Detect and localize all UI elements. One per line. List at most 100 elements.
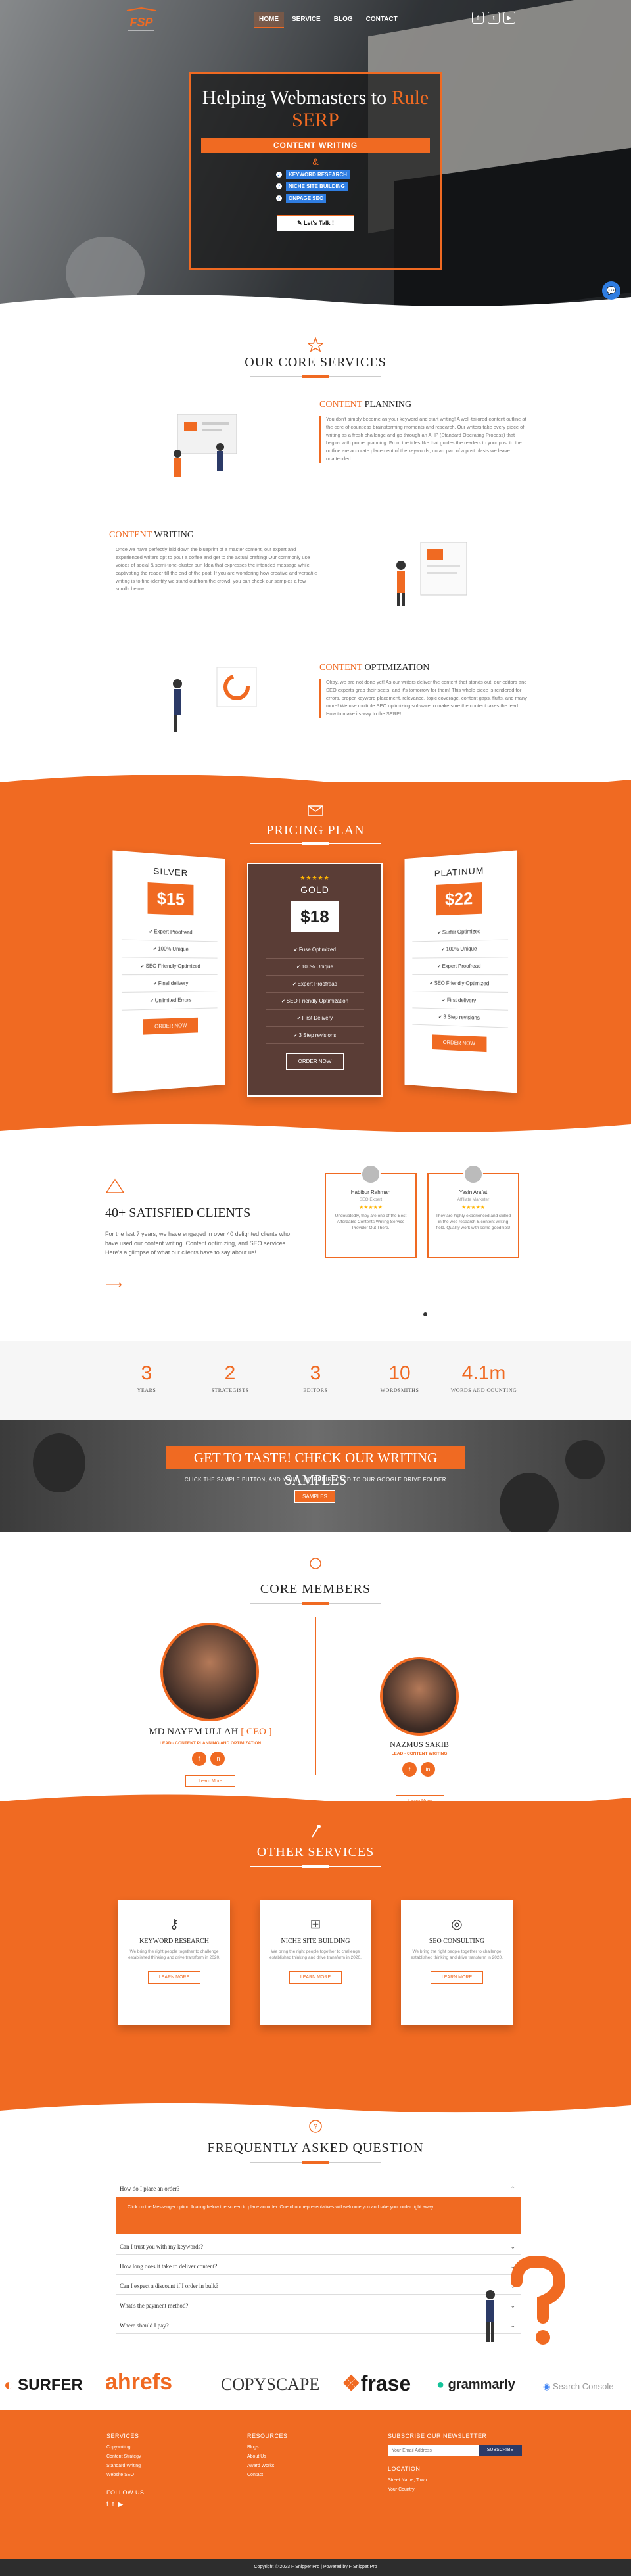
lets-talk-button[interactable]: ✎ Let's Talk ! (276, 215, 355, 231)
footer-services-list: Copywriting Content Strategy Standard Wr… (106, 2443, 141, 2480)
footer-link[interactable]: Copywriting (106, 2443, 141, 2452)
faq-question[interactable]: Can I trust you with my keywords? ⌄ (116, 2238, 521, 2255)
learn-more-button[interactable]: LEARN MORE (430, 1971, 484, 1984)
main-menu: HOME SERVICE BLOG CONTACT (254, 12, 403, 28)
members-divider (315, 1617, 316, 1775)
question-mark-illustration (486, 2255, 566, 2345)
plan-card-silver: SILVER $15 Expert Proofread 100% Unique … (112, 850, 225, 1093)
service-text-writing: Once we have perfectly laid down the blu… (116, 546, 317, 592)
member-role: LEAD - CONTENT WRITING (391, 1752, 448, 1756)
learn-more-button[interactable]: LEARN MORE (289, 1971, 342, 1984)
footer-resources-list: Blogs About Us Award Works Contact (247, 2443, 274, 2480)
chevron-up-icon: ⌃ (510, 2185, 515, 2192)
faq-question[interactable]: Where should I pay? ⌄ (116, 2317, 521, 2334)
hero-service-list: ✓ KEYWORD RESEARCH ✓ NICHE SITE BUILDING ✓… (276, 170, 355, 203)
facebook-icon[interactable]: f (402, 1762, 417, 1777)
order-now-button[interactable]: ORDER NOW (143, 1017, 199, 1035)
plan-card-platinum: PLATINUM $22 Surfer Optimized 100% Uniqu… (404, 850, 517, 1093)
menu-contact[interactable]: CONTACT (361, 12, 403, 28)
other-service-card: ⚷ KEYWORD RESEARCH We bring the right pe… (118, 1900, 230, 2025)
copyright-bar: Copyright © 2023 F Snipper Pro | Powered… (0, 2559, 631, 2576)
hero-ampersand: & (312, 156, 319, 167)
youtube-icon[interactable]: ▶ (503, 12, 515, 24)
faq-question[interactable]: Can I expect a discount if I order in bu… (116, 2278, 521, 2295)
other-service-card: ◎ SEO CONSULTING We bring the right peop… (401, 1900, 513, 2025)
footer-location-heading: LOCATION (388, 2466, 421, 2472)
linkedin-icon[interactable]: in (421, 1762, 435, 1777)
samples-banner: GET TO TASTE! CHECK OUR WRITING SAMPLES … (0, 1420, 631, 1532)
stat-item: 4.1m WORDS AND COUNTING (450, 1362, 517, 1393)
plan-price: $22 (436, 882, 482, 916)
facebook-icon[interactable]: f (192, 1752, 206, 1766)
top-navbar: FSP HOME SERVICE BLOG CONTACT f t ▶ (0, 0, 631, 39)
footer-follow-heading: FOLLOW US (106, 2489, 145, 2496)
clients-text: For the last 7 years, we have engaged in… (105, 1231, 291, 1256)
footer-link[interactable]: Contact (247, 2471, 274, 2480)
faq-question[interactable]: What's the payment method? ⌄ (116, 2297, 521, 2314)
testimonial-card: Yasin Arafat Affiliate Marketer ★★★★★ Th… (427, 1164, 519, 1258)
order-now-button[interactable]: ORDER NOW (431, 1034, 487, 1053)
newsletter-email-input[interactable] (388, 2445, 479, 2456)
learn-more-button[interactable]: LEARN MORE (147, 1971, 201, 1984)
core-members-title: CORE MEMBERS (260, 1582, 371, 1596)
other-services-section: OTHER SERVICES ⚷ KEYWORD RESEARCH We bri… (0, 1794, 631, 2118)
facebook-icon[interactable]: f (472, 12, 484, 24)
order-now-button[interactable]: ORDER NOW (285, 1053, 344, 1070)
clients-decor-icon (105, 1178, 125, 1193)
writing-illustration (396, 542, 467, 606)
youtube-icon[interactable]: ▶ (118, 2501, 124, 2508)
site-logo[interactable]: FSP (122, 5, 161, 34)
carousel-dot[interactable] (423, 1312, 427, 1316)
samples-title: GET TO TASTE! CHECK OUR WRITING SAMPLES (166, 1446, 465, 1488)
svg-text:?: ? (314, 2123, 317, 2131)
surfer-logo: ◐ SURFER (4, 2376, 83, 2394)
sitemap-icon: ⊞ (310, 1917, 321, 1932)
footer-link[interactable]: Award Works (247, 2462, 274, 2471)
plan-features: Surfer Optimized 100% Unique Expert Proo… (412, 922, 509, 1028)
member-social: f in (192, 1752, 225, 1766)
faq-question[interactable]: How long does it take to deliver content… (116, 2258, 521, 2275)
plan-features: Fuse Optimized 100% Unique Expert Proofr… (266, 942, 364, 1044)
subscribe-button[interactable]: SUBSCRIBE (479, 2445, 522, 2456)
hero-title: Helping Webmasters to Rule SERP (202, 87, 429, 131)
faq-decor-icon: ? (309, 2120, 322, 2133)
facebook-icon[interactable]: f (106, 2501, 108, 2508)
member-name: NAZMUS SAKIB (390, 1740, 449, 1749)
other-services-title: OTHER SERVICES (256, 1845, 375, 1859)
footer-link[interactable]: About Us (247, 2452, 274, 2462)
stat-item: 2 STRATEGISTS (211, 1362, 249, 1393)
linkedin-icon[interactable]: in (210, 1752, 225, 1766)
hero-wave (0, 295, 631, 309)
monster-illustration (565, 1440, 605, 1479)
other-decor-icon (312, 1825, 321, 1838)
footer-link[interactable]: Content Strategy (106, 2452, 141, 2462)
messenger-chat-icon[interactable]: 💬 (602, 281, 620, 300)
plan-card-gold: ★★★★★ GOLD $18 Fuse Optimized 100% Uniqu… (247, 863, 383, 1097)
footer-link[interactable]: Website SEO (106, 2471, 141, 2480)
member-photo (380, 1657, 459, 1736)
footer-services-heading: SERVICES (106, 2433, 139, 2439)
header-social: f t ▶ (472, 12, 515, 24)
service-heading-writing: CONTENT WRITING (109, 530, 194, 540)
menu-service[interactable]: SERVICE (287, 12, 326, 28)
pricing-decor-icon (308, 805, 323, 816)
rating-stars: ★★★★★ (300, 874, 330, 881)
faq-question[interactable]: How do I place an order? ⌃ (116, 2180, 521, 2197)
check-icon: ✓ (276, 172, 282, 178)
footer-link[interactable]: Blogs (247, 2443, 274, 2452)
footer-link[interactable]: Standard Writing (106, 2462, 141, 2471)
plan-features: Expert Proofread 100% Unique SEO Friendl… (121, 922, 218, 1011)
pricing-section: PRICING PLAN SILVER $15 Expert Proofread… (0, 775, 631, 1139)
menu-blog[interactable]: BLOG (329, 12, 358, 28)
twitter-icon[interactable]: t (488, 12, 500, 24)
learn-more-button[interactable]: Learn More (185, 1775, 235, 1787)
stat-item: 3 YEARS (137, 1362, 156, 1393)
twitter-icon[interactable]: t (112, 2501, 114, 2508)
samples-button[interactable]: SAMPLES (294, 1490, 335, 1503)
arrow-right-icon[interactable]: ⟶ (105, 1278, 122, 1292)
hero-list-item: ✓ ONPAGE SEO (276, 194, 355, 203)
stat-item: 10 WORDSMITHS (380, 1362, 419, 1393)
clients-title: 40+ SATISFIED CLIENTS (105, 1206, 251, 1220)
menu-home[interactable]: HOME (254, 12, 284, 28)
grammarly-logo: ● grammarly (436, 2377, 515, 2392)
